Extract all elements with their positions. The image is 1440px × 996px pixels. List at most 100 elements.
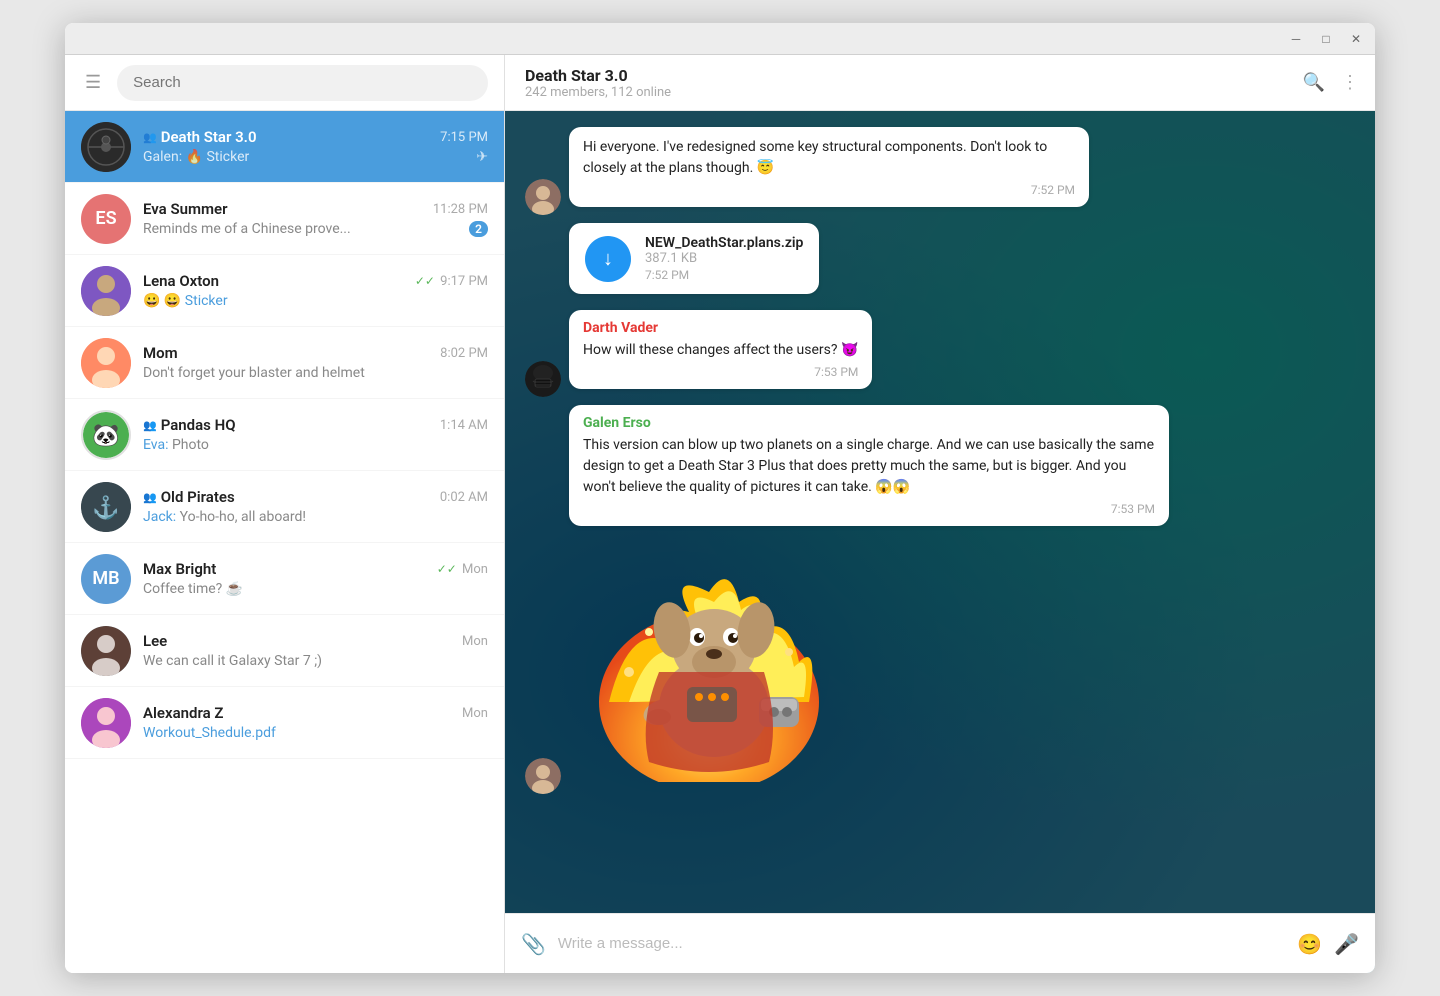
attachment-icon[interactable]: 📎 — [521, 932, 546, 956]
chat-preview-mom: Don't forget your blaster and helmet — [143, 365, 488, 381]
avatar-pandas-hq: 🐼 — [81, 410, 131, 460]
more-options-icon[interactable]: ⋮ — [1341, 72, 1359, 93]
chat-info-death-star: 👥 Death Star 3.0 7:15 PM Galen: 🔥 Sticke… — [143, 128, 488, 165]
chat-item-lena-oxton[interactable]: Lena Oxton ✓✓ 9:17 PM 😀 😀 Sticker — [65, 255, 504, 327]
chat-info-pandas-hq: 👥 Pandas HQ 1:14 AM Eva: Photo — [143, 416, 488, 453]
group-icon-pandas: 👥 — [143, 419, 157, 432]
title-bar: ─ □ ✕ — [65, 23, 1375, 55]
message-sender-darth: Darth Vader — [583, 320, 858, 336]
chat-time-alexandra-z: Mon — [462, 706, 488, 721]
avatar-lena-oxton — [81, 266, 131, 316]
chat-header-subtitle: 242 members, 112 online — [525, 85, 1291, 100]
message-time-3: 7:53 PM — [583, 365, 858, 379]
tick-lena: ✓✓ — [415, 274, 435, 288]
chat-name-old-pirates: 👥 Old Pirates — [143, 488, 235, 506]
message-bubble-1: Hi everyone. I've redesigned some key st… — [569, 127, 1089, 207]
chat-input-area: 📎 😊 🎤 — [505, 913, 1375, 973]
chat-time-pandas-hq: 1:14 AM — [440, 418, 488, 433]
minimize-button[interactable]: ─ — [1285, 28, 1307, 50]
tick-max: ✓✓ — [437, 562, 457, 576]
chat-preview-max-bright: Coffee time? ☕ — [143, 581, 488, 597]
avatar-alexandra-z — [81, 698, 131, 748]
chat-time-max-bright: ✓✓ Mon — [437, 562, 488, 577]
chat-time-lena-oxton: ✓✓ 9:17 PM — [415, 274, 488, 289]
chat-name-lee: Lee — [143, 632, 167, 650]
sticker-message — [569, 542, 849, 786]
maximize-button[interactable]: □ — [1315, 28, 1337, 50]
avatar-eva-summer: ES — [81, 194, 131, 244]
chat-time-eva-summer: 11:28 PM — [433, 202, 488, 217]
file-bubble[interactable]: ↓ NEW_DeathStar.plans.zip 387.1 KB 7:52 … — [569, 223, 819, 294]
msg-avatar-galen-top — [525, 179, 561, 215]
emoji-icon[interactable]: 😊 — [1297, 932, 1322, 956]
chat-info-lena-oxton: Lena Oxton ✓✓ 9:17 PM 😀 😀 Sticker — [143, 272, 488, 309]
svg-text:🐼: 🐼 — [92, 421, 120, 448]
message-bubble-3: Darth Vader How will these changes affec… — [569, 310, 872, 389]
chat-messages: Hi everyone. I've redesigned some key st… — [505, 111, 1375, 913]
header-icons: 🔍 ⋮ — [1303, 72, 1359, 93]
chat-item-lee[interactable]: Lee Mon We can call it Galaxy Star 7 ;) — [65, 615, 504, 687]
chat-info-old-pirates: 👥 Old Pirates 0:02 AM Jack: Yo-ho-ho, al… — [143, 488, 488, 525]
chat-name-mom: Mom — [143, 344, 178, 362]
chat-item-alexandra-z[interactable]: Alexandra Z Mon Workout_Shedule.pdf — [65, 687, 504, 759]
chat-preview-lena-oxton: 😀 😀 Sticker — [143, 293, 488, 309]
chat-item-eva-summer[interactable]: ES Eva Summer 11:28 PM Reminds me of a C… — [65, 183, 504, 255]
microphone-icon[interactable]: 🎤 — [1334, 932, 1359, 956]
avatar-max-bright: MB — [81, 554, 131, 604]
message-input[interactable] — [558, 935, 1285, 952]
chat-preview-alexandra-z: Workout_Shedule.pdf — [143, 725, 488, 741]
chat-header-name: Death Star 3.0 — [525, 66, 1291, 85]
app-body: ☰ — [65, 55, 1375, 973]
chat-name-eva-summer: Eva Summer — [143, 200, 228, 218]
chat-info-eva-summer: Eva Summer 11:28 PM Reminds me of a Chin… — [143, 200, 488, 237]
chat-name-lena-oxton: Lena Oxton — [143, 272, 219, 290]
message-time-4: 7:53 PM — [583, 502, 1155, 516]
message-text-4: This version can blow up two planets on … — [583, 435, 1155, 498]
chat-preview-lee: We can call it Galaxy Star 7 ;) — [143, 653, 488, 669]
chat-info-mom: Mom 8:02 PM Don't forget your blaster an… — [143, 344, 488, 381]
msg-avatar-galen-sticker — [525, 758, 561, 794]
search-input[interactable] — [117, 65, 488, 101]
file-download-button[interactable]: ↓ — [585, 236, 631, 282]
file-name: NEW_DeathStar.plans.zip — [645, 235, 803, 251]
message-sender-galen: Galen Erso — [583, 415, 1155, 431]
chat-item-mom[interactable]: Mom 8:02 PM Don't forget your blaster an… — [65, 327, 504, 399]
close-button[interactable]: ✕ — [1345, 28, 1367, 50]
chat-name-alexandra-z: Alexandra Z — [143, 704, 223, 722]
chat-header-info: Death Star 3.0 242 members, 112 online — [525, 66, 1291, 100]
message-row-5 — [525, 542, 1355, 794]
message-row-3: Darth Vader How will these changes affec… — [525, 310, 1355, 397]
file-info: NEW_DeathStar.plans.zip 387.1 KB 7:52 PM — [645, 235, 803, 282]
chat-info-max-bright: Max Bright ✓✓ Mon Coffee time? ☕ — [143, 560, 488, 597]
chat-item-old-pirates[interactable]: ⚓ 👥 Old Pirates 0:02 AM — [65, 471, 504, 543]
message-text-1: Hi everyone. I've redesigned some key st… — [583, 137, 1075, 179]
search-icon[interactable]: 🔍 — [1303, 72, 1325, 93]
chat-name-pandas-hq: 👥 Pandas HQ — [143, 416, 236, 434]
group-icon-pirates: 👥 — [143, 491, 157, 504]
chat-info-alexandra-z: Alexandra Z Mon Workout_Shedule.pdf — [143, 704, 488, 741]
avatar-old-pirates: ⚓ — [81, 482, 131, 532]
chat-time-lee: Mon — [462, 634, 488, 649]
chat-item-max-bright[interactable]: MB Max Bright ✓✓ Mon Coffee time? ☕ — [65, 543, 504, 615]
menu-button[interactable]: ☰ — [81, 68, 105, 97]
chat-name-death-star: 👥 Death Star 3.0 — [143, 128, 257, 146]
chat-info-lee: Lee Mon We can call it Galaxy Star 7 ;) — [143, 632, 488, 669]
sidebar-header: ☰ — [65, 55, 504, 111]
chat-item-death-star[interactable]: 👥 Death Star 3.0 7:15 PM Galen: 🔥 Sticke… — [65, 111, 504, 183]
chat-item-pandas-hq[interactable]: 🐼 👥 Pandas HQ 1:14 AM — [65, 399, 504, 471]
chat-preview-eva-summer: Reminds me of a Chinese prove... — [143, 221, 465, 237]
message-bubble-4: Galen Erso This version can blow up two … — [569, 405, 1169, 526]
message-row-1: Hi everyone. I've redesigned some key st… — [525, 127, 1355, 215]
file-time: 7:52 PM — [645, 268, 803, 282]
message-row-4: Galen Erso This version can blow up two … — [525, 405, 1355, 534]
sidebar: ☰ — [65, 55, 505, 973]
chat-preview-old-pirates: Jack: Yo-ho-ho, all aboard! — [143, 509, 488, 525]
message-row-2: ↓ NEW_DeathStar.plans.zip 387.1 KB 7:52 … — [569, 223, 1355, 302]
chat-list: 👥 Death Star 3.0 7:15 PM Galen: 🔥 Sticke… — [65, 111, 504, 973]
window-controls: ─ □ ✕ — [1285, 28, 1367, 50]
svg-text:⚓: ⚓ — [92, 495, 119, 521]
pin-icon: ✈ — [476, 149, 488, 165]
group-icon: 👥 — [143, 131, 157, 144]
avatar-mom — [81, 338, 131, 388]
chat-preview-death-star: Galen: 🔥 Sticker — [143, 149, 476, 165]
